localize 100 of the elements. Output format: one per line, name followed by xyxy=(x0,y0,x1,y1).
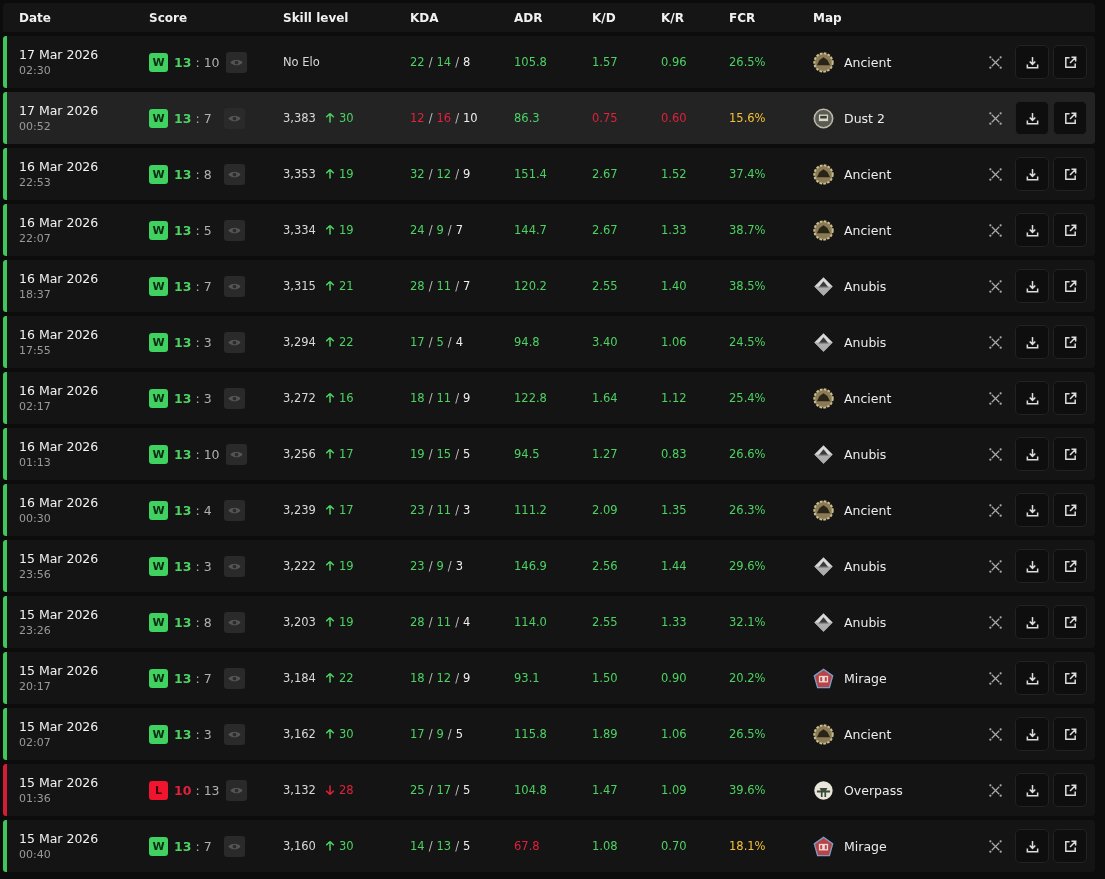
open-external-button[interactable] xyxy=(1053,605,1087,639)
download-button[interactable] xyxy=(1015,773,1049,807)
cross-icon xyxy=(987,558,1003,574)
open-external-button[interactable] xyxy=(1053,661,1087,695)
open-external-button[interactable] xyxy=(1053,101,1087,135)
external-link-icon xyxy=(1062,54,1078,70)
view-button[interactable] xyxy=(224,611,245,633)
open-external-button[interactable] xyxy=(1053,549,1087,583)
match-row[interactable]: 15 Mar 2026 01:36 L 10 : 13 3,132 28 25 / 17 / 5 104.8 1.47 1.09 39.6% Overpass xyxy=(3,764,1095,816)
open-external-button[interactable] xyxy=(1053,269,1087,303)
open-external-button[interactable] xyxy=(1053,213,1087,247)
match-row[interactable]: 17 Mar 2026 02:30 W 13 : 10 No Elo 22 / 14 / 8 105.8 1.57 0.96 26.5% Ancient xyxy=(3,36,1095,88)
match-row[interactable]: 16 Mar 2026 22:53 W 13 : 8 3,353 19 32 / 12 / 9 151.4 2.67 1.52 37.4% Ancient xyxy=(3,148,1095,200)
download-button[interactable] xyxy=(1015,45,1049,79)
external-link-icon xyxy=(1062,110,1078,126)
match-date: 15 Mar 2026 xyxy=(19,775,99,790)
elo-value: 3,160 xyxy=(283,839,316,853)
view-button[interactable] xyxy=(224,387,245,409)
match-row[interactable]: 15 Mar 2026 00:40 W 13 : 7 3,160 30 14 / 13 / 5 67.8 1.08 0.70 18.1% Mirage xyxy=(3,820,1095,872)
open-external-button[interactable] xyxy=(1053,829,1087,863)
match-row[interactable]: 16 Mar 2026 01:13 W 13 : 10 3,256 17 19 / 15 / 5 94.5 1.27 0.83 26.6% Anubis xyxy=(3,428,1095,480)
download-button[interactable] xyxy=(1015,549,1049,583)
view-button[interactable] xyxy=(224,835,245,857)
download-icon xyxy=(1024,782,1040,798)
download-button[interactable] xyxy=(1015,829,1049,863)
open-external-button[interactable] xyxy=(1053,157,1087,191)
open-external-button[interactable] xyxy=(1053,717,1087,751)
match-row[interactable]: 15 Mar 2026 20:17 W 13 : 7 3,184 22 18 / 12 / 9 93.1 1.50 0.90 20.2% Mirage xyxy=(3,652,1095,704)
kd-ratio: 1.64 xyxy=(592,391,618,405)
match-score: 13 : 10 xyxy=(174,446,220,462)
view-button[interactable] xyxy=(224,499,245,521)
download-button[interactable] xyxy=(1015,269,1049,303)
match-row[interactable]: 17 Mar 2026 00:52 W 13 : 7 3,383 30 12 / 16 / 10 86.3 0.75 0.60 15.6% Dust 2 xyxy=(3,92,1095,144)
cross-icon xyxy=(987,726,1003,742)
elo-change: 19 xyxy=(338,167,354,181)
match-row[interactable]: 16 Mar 2026 00:30 W 13 : 4 3,239 17 23 / 11 / 3 111.2 2.09 1.35 26.3% Ancient xyxy=(3,484,1095,536)
view-button[interactable] xyxy=(224,275,245,297)
download-button[interactable] xyxy=(1015,213,1049,247)
match-row[interactable]: 16 Mar 2026 02:17 W 13 : 3 3,272 16 18 / 11 / 9 122.8 1.64 1.12 25.4% Ancient xyxy=(3,372,1095,424)
open-external-button[interactable] xyxy=(1053,493,1087,527)
kr-ratio: 0.70 xyxy=(661,839,687,853)
view-button[interactable] xyxy=(224,555,245,577)
result-badge: W xyxy=(149,668,168,688)
download-button[interactable] xyxy=(1015,605,1049,639)
download-button[interactable] xyxy=(1015,717,1049,751)
kd-ratio: 1.89 xyxy=(592,727,618,741)
download-button[interactable] xyxy=(1015,493,1049,527)
column-header: ADR xyxy=(514,10,544,25)
elo-change: 21 xyxy=(338,279,354,293)
kda-value: 28 / 11 / 4 xyxy=(410,615,471,629)
elo-change: 17 xyxy=(338,503,354,517)
download-icon xyxy=(1024,166,1040,182)
match-row[interactable]: 15 Mar 2026 23:56 W 13 : 3 3,222 19 23 / 9 / 3 146.9 2.56 1.44 29.6% Anubis xyxy=(3,540,1095,592)
kda-value: 24 / 9 / 7 xyxy=(410,223,464,237)
view-button[interactable] xyxy=(224,667,245,689)
elo-value: 3,203 xyxy=(283,615,316,629)
elo-value: 3,353 xyxy=(283,167,316,181)
result-badge: W xyxy=(149,52,168,72)
download-button[interactable] xyxy=(1015,101,1049,135)
fcr-value: 26.3% xyxy=(729,503,766,517)
fcr-value: 18.1% xyxy=(729,839,766,853)
download-icon xyxy=(1024,222,1040,238)
view-button[interactable] xyxy=(225,443,247,465)
view-button[interactable] xyxy=(225,779,247,801)
map-name: Mirage xyxy=(844,670,887,686)
external-link-icon xyxy=(1062,614,1078,630)
fcr-value: 38.7% xyxy=(729,223,766,237)
adr-value: 104.8 xyxy=(514,783,547,797)
kd-ratio: 1.47 xyxy=(592,783,618,797)
match-time: 02:07 xyxy=(19,736,51,749)
view-button[interactable] xyxy=(224,331,245,353)
open-external-button[interactable] xyxy=(1053,773,1087,807)
kr-ratio: 0.83 xyxy=(661,447,687,461)
download-button[interactable] xyxy=(1015,661,1049,695)
open-external-button[interactable] xyxy=(1053,325,1087,359)
download-button[interactable] xyxy=(1015,325,1049,359)
match-row[interactable]: 15 Mar 2026 23:26 W 13 : 8 3,203 19 28 / 11 / 4 114.0 2.55 1.33 32.1% Anubis xyxy=(3,596,1095,648)
match-row[interactable]: 16 Mar 2026 22:07 W 13 : 5 3,334 19 24 / 9 / 7 144.7 2.67 1.33 38.7% Ancient xyxy=(3,204,1095,256)
match-row[interactable]: 15 Mar 2026 02:07 W 13 : 3 3,162 30 17 / 9 / 5 115.8 1.89 1.06 26.5% Ancient xyxy=(3,708,1095,760)
kd-ratio: 2.67 xyxy=(592,223,618,237)
download-button[interactable] xyxy=(1015,157,1049,191)
open-external-button[interactable] xyxy=(1053,45,1087,79)
download-button[interactable] xyxy=(1015,381,1049,415)
download-button[interactable] xyxy=(1015,437,1049,471)
view-button[interactable] xyxy=(225,51,247,73)
download-icon xyxy=(1024,278,1040,294)
adr-value: 94.8 xyxy=(514,335,540,349)
open-external-button[interactable] xyxy=(1053,381,1087,415)
cross-icon xyxy=(987,446,1003,462)
open-external-button[interactable] xyxy=(1053,437,1087,471)
match-row[interactable]: 16 Mar 2026 17:55 W 13 : 3 3,294 22 17 / 5 / 4 94.8 3.40 1.06 24.5% Anubis xyxy=(3,316,1095,368)
kd-ratio: 1.57 xyxy=(592,55,618,69)
download-icon xyxy=(1024,54,1040,70)
match-time: 02:17 xyxy=(19,400,51,413)
match-row[interactable]: 16 Mar 2026 18:37 W 13 : 7 3,315 21 28 / 11 / 7 120.2 2.55 1.40 38.5% Anubis xyxy=(3,260,1095,312)
view-button[interactable] xyxy=(224,219,245,241)
view-button[interactable] xyxy=(224,163,245,185)
view-button[interactable] xyxy=(224,723,245,745)
kd-ratio: 0.75 xyxy=(592,111,618,125)
kda-value: 12 / 16 / 10 xyxy=(410,111,478,125)
